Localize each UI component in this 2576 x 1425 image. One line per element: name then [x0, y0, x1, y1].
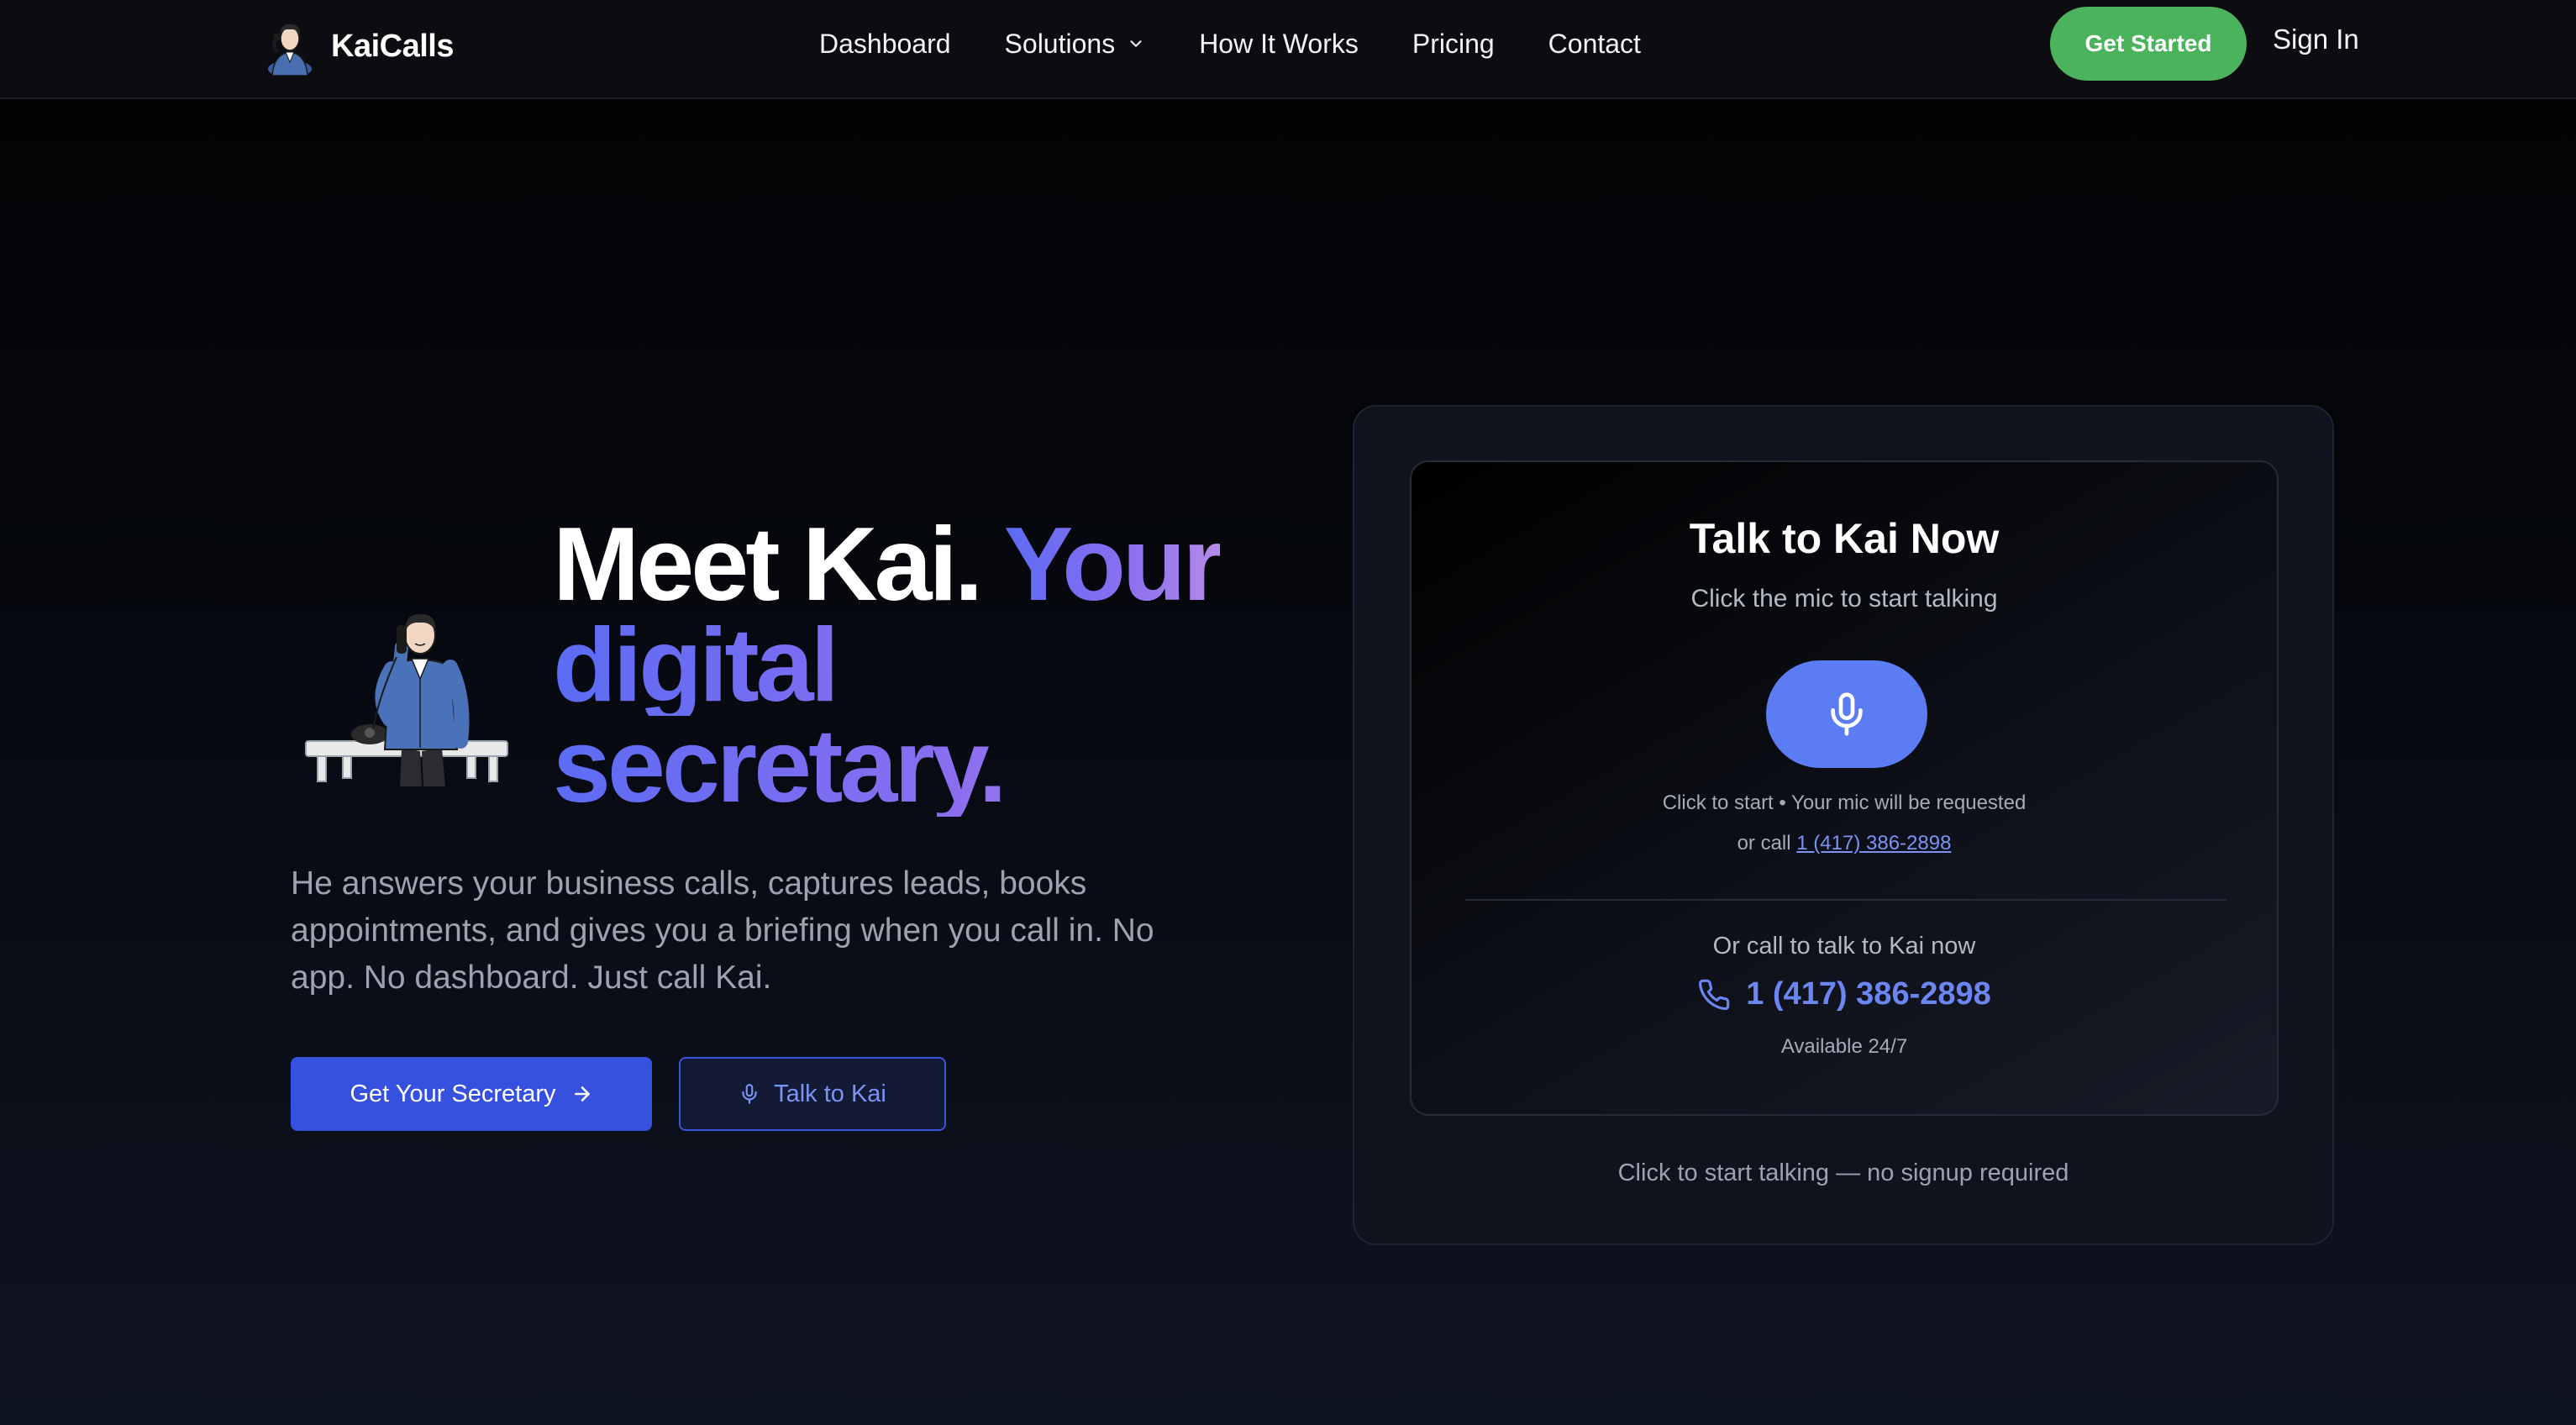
or-call-line: or call 1 (417) 386-2898	[1412, 832, 2277, 855]
no-signup-note: Click to start talking — no signup requi…	[1617, 1159, 2069, 1186]
talk-to-kai-button[interactable]: Talk to Kai	[679, 1057, 946, 1131]
main-navigation: Dashboard Solutions How It Works Pricing…	[819, 24, 1641, 64]
nav-pricing[interactable]: Pricing	[1412, 29, 1495, 60]
hero-subtitle: He answers your business calls, captures…	[291, 865, 1154, 996]
talk-widget-card: Talk to Kai Now Click the mic to start t…	[1353, 405, 2334, 1245]
mic-start-button[interactable]	[1766, 660, 1927, 768]
brand-name: KaiCalls	[331, 28, 454, 64]
call-label: Or call to talk to Kai now	[1712, 933, 1976, 960]
get-your-secretary-button[interactable]: Get Your Secretary	[291, 1057, 652, 1131]
talk-to-kai-label: Talk to Kai	[774, 1080, 886, 1107]
sign-in-link[interactable]: Sign In	[2273, 24, 2359, 55]
phone-link[interactable]: 1 (417) 386-2898	[1412, 976, 2277, 1012]
availability-note: Available 24/7	[1780, 1035, 1908, 1058]
microphone-icon	[1831, 692, 1863, 736]
chevron-down-icon	[1130, 40, 1142, 47]
talk-subtitle: Click the mic to start talking	[1690, 585, 1998, 613]
mic-hint: Click to start • Your mic will be reques…	[1662, 791, 2027, 814]
top-navbar: KaiCalls Dashboard Solutions How It Work…	[0, 0, 2576, 99]
headline-secretary: secretary.	[553, 714, 1275, 818]
nav-dashboard[interactable]: Dashboard	[819, 29, 951, 60]
headline-meet-kai: Meet Kai.	[553, 507, 983, 623]
headline-your: Your	[1003, 507, 1223, 623]
microphone-icon	[742, 1084, 757, 1104]
divider	[1465, 899, 2226, 901]
nav-solutions-label: Solutions	[1004, 28, 1116, 59]
headline-digital: digital	[553, 613, 1275, 718]
get-your-secretary-label: Get Your Secretary	[350, 1080, 556, 1107]
or-call-phone-link[interactable]: 1 (417) 386-2898	[1796, 832, 1951, 854]
get-started-button[interactable]: Get Started	[2050, 7, 2247, 81]
voice-call-panel: Talk to Kai Now Click the mic to start t…	[1410, 460, 2279, 1116]
kai-phone-illustration	[305, 613, 508, 786]
nav-how-it-works[interactable]: How It Works	[1199, 29, 1359, 60]
arrow-right-icon	[574, 1086, 590, 1102]
hero-headline: Meet Kai. Your digital secretary.	[553, 513, 1275, 818]
kai-avatar-logo	[268, 24, 312, 76]
phone-icon	[1699, 979, 1730, 1010]
or-call-prefix: or call	[1737, 832, 1791, 854]
brand-link[interactable]: KaiCalls	[264, 17, 454, 76]
talk-title: Talk to Kai Now	[1689, 515, 2000, 562]
phone-number: 1 (417) 386-2898	[1746, 976, 1991, 1012]
nav-contact[interactable]: Contact	[1548, 29, 1641, 60]
nav-solutions[interactable]: Solutions	[1005, 29, 1146, 60]
